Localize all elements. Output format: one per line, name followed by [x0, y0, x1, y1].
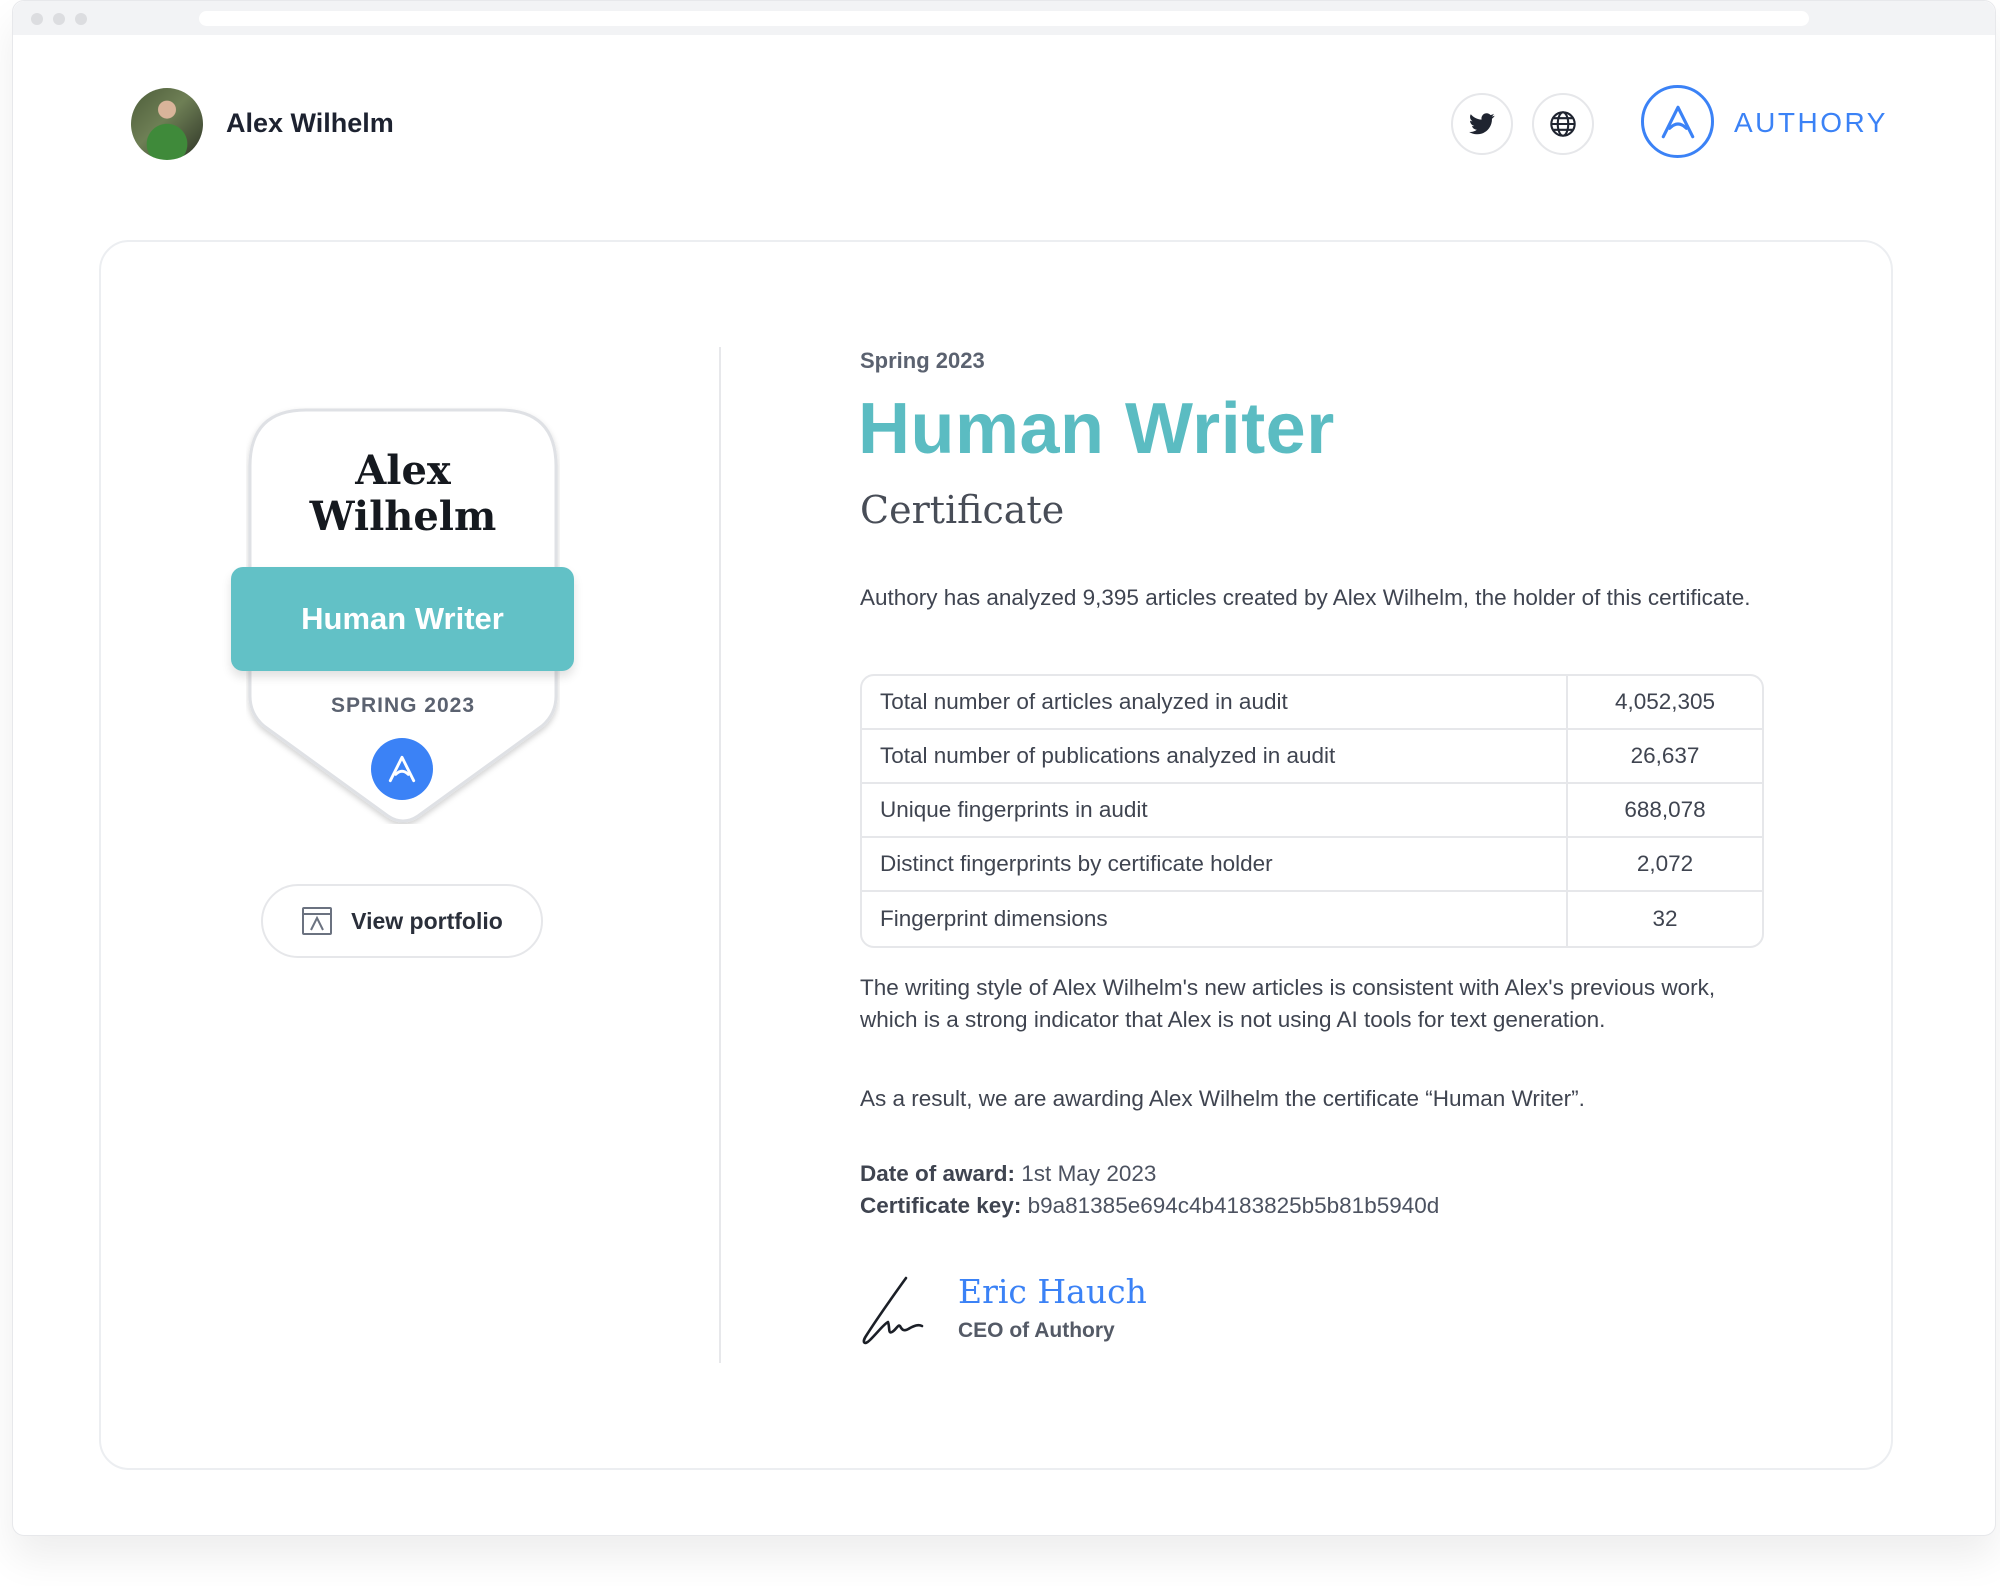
certificate-intro: Authory has analyzed 9,395 articles crea… — [860, 585, 1751, 610]
globe-icon — [1550, 111, 1576, 137]
author-name[interactable]: Alex Wilhelm — [226, 108, 394, 139]
stat-value: 4,052,305 — [1614, 689, 1716, 714]
badge-holder-name: Alex Wilhelm — [246, 448, 560, 540]
certificate-key-value: b9a81385e694c4b4183825b5b81b5940d — [1027, 1193, 1440, 1218]
badge-season: SPRING 2023 — [330, 694, 476, 717]
website-button[interactable] — [1532, 93, 1594, 155]
avatar[interactable] — [131, 88, 203, 160]
certificate-meta: Date of award: 1st May 2023 Certificate … — [860, 1158, 1439, 1222]
stat-label: Distinct fingerprints by certificate hol… — [862, 838, 1568, 890]
signer-title: CEO of Authory — [958, 1319, 1115, 1342]
badge-name-last: Wilhelm — [309, 493, 497, 540]
certificate-key-label: Certificate key: — [860, 1193, 1022, 1218]
consistency-paragraph: The writing style of Alex Wilhelm's new … — [860, 975, 1716, 1032]
table-row: Total number of publications analyzed in… — [862, 730, 1762, 784]
table-row: Unique fingerprints in audit 688,078 — [862, 784, 1762, 838]
twitter-button[interactable] — [1451, 93, 1513, 155]
award-date-label: Date of award: — [860, 1161, 1016, 1186]
stat-label: Total number of articles analyzed in aud… — [862, 676, 1568, 728]
certificate-season: Spring 2023 — [860, 348, 985, 373]
result-paragraph: As a result, we are awarding Alex Wilhel… — [860, 1086, 1585, 1111]
stat-value: 688,078 — [1624, 797, 1706, 822]
table-row: Fingerprint dimensions 32 — [862, 892, 1762, 946]
column-divider — [719, 347, 721, 1363]
audit-stats-table: Total number of articles analyzed in aud… — [860, 674, 1764, 948]
authory-logo-icon[interactable] — [1641, 85, 1714, 158]
certificate-key-line: Certificate key: b9a81385e694c4b4183825b… — [860, 1190, 1439, 1222]
stat-value: 32 — [1652, 906, 1678, 931]
badge-title-ribbon: Human Writer — [231, 567, 574, 671]
stat-value: 2,072 — [1636, 851, 1694, 876]
certificate-title: Human Writer — [858, 389, 1335, 469]
view-portfolio-button[interactable]: View portfolio — [261, 884, 543, 958]
stat-label: Total number of publications analyzed in… — [862, 730, 1568, 782]
stat-value: 26,637 — [1630, 743, 1700, 768]
award-date-value: 1st May 2023 — [1021, 1161, 1157, 1186]
authory-badge-icon — [371, 738, 433, 800]
signer-name: Eric Hauch — [958, 1272, 1147, 1311]
award-date-line: Date of award: 1st May 2023 — [860, 1158, 1439, 1190]
stat-label: Unique fingerprints in audit — [862, 784, 1568, 836]
twitter-icon — [1469, 113, 1495, 135]
view-portfolio-label: View portfolio — [351, 907, 503, 934]
certificate-subtitle: Certificate — [860, 488, 1065, 532]
badge-name-first: Alex — [355, 447, 451, 494]
table-row: Total number of articles analyzed in aud… — [862, 676, 1762, 730]
stat-label: Fingerprint dimensions — [862, 892, 1568, 946]
signature-icon — [862, 1276, 924, 1345]
authory-wordmark[interactable]: AUTHORY — [1734, 107, 1888, 139]
page-header: Alex Wilhelm AUTHORY — [0, 0, 2000, 200]
portfolio-icon — [302, 907, 333, 935]
table-row: Distinct fingerprints by certificate hol… — [862, 838, 1762, 892]
